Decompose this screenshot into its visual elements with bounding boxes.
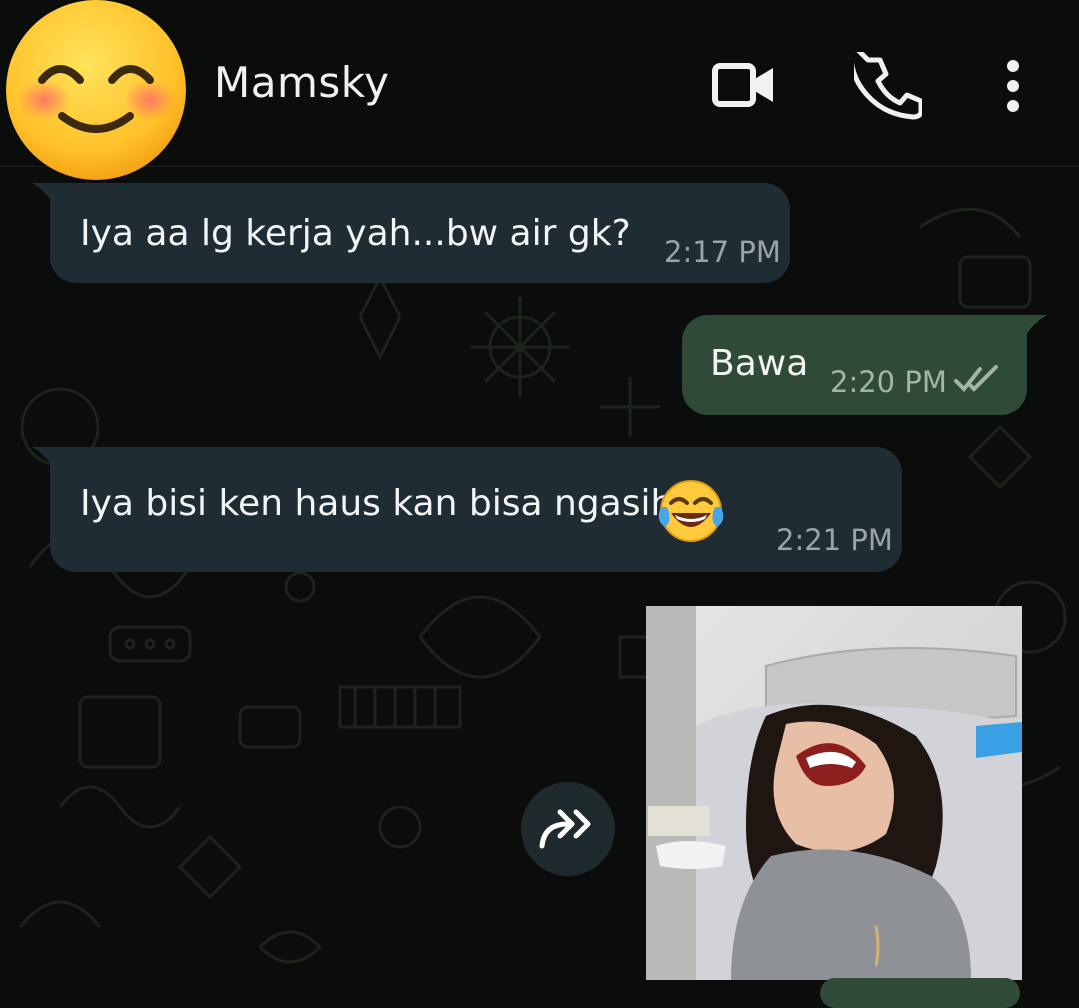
more-vertical-icon: [1007, 60, 1019, 112]
message-time: 2:21 PM: [776, 523, 893, 557]
message-text: Iya bisi ken haus kan bisa ngasih..: [80, 483, 697, 524]
phone-icon: [848, 45, 924, 120]
message-bubble-incoming[interactable]: Iya aa lg kerja yah...bw air gk? 2:17 PM: [50, 183, 790, 283]
message-bubble-incoming[interactable]: Iya bisi ken haus kan bisa ngasih.. 2:21…: [50, 447, 902, 572]
message-text: Bawa: [710, 343, 809, 384]
voice-call-button[interactable]: [848, 45, 924, 120]
face-with-tears-of-joy-icon: [658, 480, 724, 542]
message-time: 2:17 PM: [664, 235, 781, 269]
message-bubble-outgoing[interactable]: [820, 978, 1020, 1008]
photo-laughing-child: [646, 606, 1022, 980]
double-check-icon: [954, 365, 998, 392]
bubble-tail: [1025, 315, 1047, 337]
message-time: 2:20 PM: [830, 365, 947, 399]
chat-header: Mamsky: [0, 0, 1079, 180]
video-camera-icon: [712, 63, 773, 107]
contact-avatar[interactable]: [4, 0, 188, 182]
image-message[interactable]: [646, 606, 1022, 980]
message-text: Iya aa lg kerja yah...bw air gk?: [80, 213, 631, 254]
more-options-button[interactable]: [993, 52, 1033, 120]
forward-button[interactable]: [521, 782, 615, 876]
forward-arrows-icon: [539, 809, 591, 849]
smiling-face-emoji-icon: [6, 0, 186, 180]
contact-name[interactable]: Mamsky: [214, 58, 389, 107]
video-call-button[interactable]: [709, 52, 777, 120]
message-bubble-outgoing[interactable]: Bawa 2:20 PM: [682, 315, 1027, 415]
